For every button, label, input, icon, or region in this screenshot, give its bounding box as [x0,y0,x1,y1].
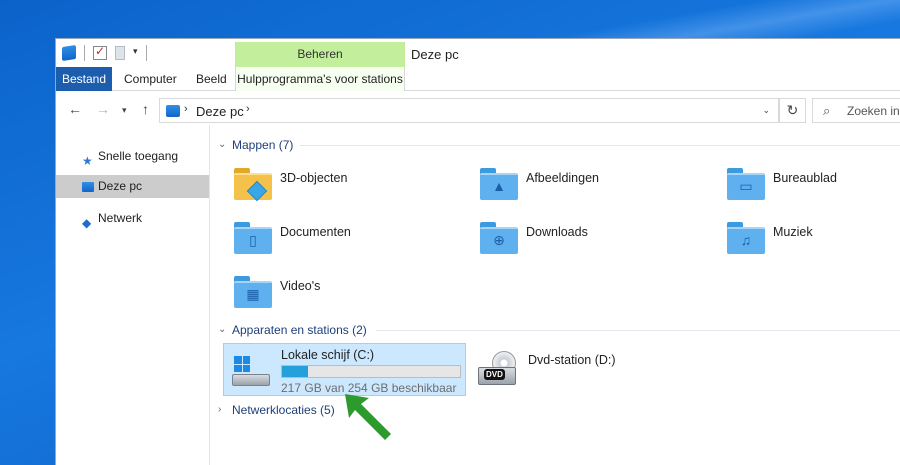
folder-downloads[interactable]: ⊕ Downloads [480,218,680,264]
navigation-pane: ★ Snelle toegang Deze pc ◆ Netwerk [56,135,209,465]
drive-local-disk-c[interactable]: Lokale schijf (C:) 217 GB van 254 GB bes… [223,343,466,396]
folder-videos[interactable]: ▦ Video's [234,272,434,318]
downloads-folder-icon: ⊕ [480,222,518,254]
new-folder-icon[interactable] [115,46,125,60]
3d-objects-folder-icon [234,168,272,202]
computer-icon [82,182,94,192]
ribbon-tabs: Bestand Computer Beeld Hulpprogramma's v… [56,67,900,91]
file-explorer-window: ▾ Beheren Deze pc Bestand Computer Beeld… [55,38,900,465]
music-folder-icon: ♫ [727,222,765,254]
breadcrumb-chevron-icon[interactable]: › [184,103,188,115]
folder-label: Documenten [280,225,351,239]
videos-folder-icon: ▦ [234,276,272,308]
collapse-chevron-icon[interactable]: ⌄ [218,136,226,154]
window-title: Deze pc [411,47,459,62]
system-drive-icon [232,356,272,390]
tab-drive-tools[interactable]: Hulpprogramma's voor stations [235,67,405,91]
context-tab-group-manage[interactable]: Beheren [235,42,405,67]
drive-name: Dvd-station (D:) [528,353,616,367]
address-history-chevron-icon[interactable]: ⌄ [762,105,770,116]
nav-item-quick-access[interactable]: ★ Snelle toegang [56,145,209,168]
forward-arrow-icon[interactable]: → [96,101,110,117]
group-title: Mappen (7) [232,138,294,152]
folder-label: Bureaublad [773,171,837,185]
refresh-button[interactable]: ↻ [779,98,806,123]
tab-file[interactable]: Bestand [56,67,112,91]
documents-folder-icon: ▯ [234,222,272,254]
quick-access-toolbar: ▾ [62,44,147,61]
address-bar[interactable]: › Deze pc › ⌄ [159,98,779,123]
group-divider [376,330,900,331]
annotation-arrow-icon [345,394,391,440]
folder-pictures[interactable]: ▲ Afbeeldingen [480,164,680,210]
dvd-drive-icon: DVD [478,351,518,389]
folder-music[interactable]: ♫ Muziek [727,218,900,264]
customize-toolbar-chevron-icon[interactable]: ▾ [133,46,138,60]
nav-item-label: Netwerk [98,211,143,225]
folder-documents[interactable]: ▯ Documenten [234,218,434,264]
group-title: Apparaten en stations (2) [232,323,367,337]
folder-3d-objects[interactable]: 3D-objecten [234,164,434,210]
network-icon: ◆ [82,216,92,230]
expand-chevron-icon[interactable]: › [218,401,221,419]
back-arrow-icon[interactable]: ← [68,101,82,117]
dvd-badge: DVD [484,369,505,380]
folder-label: Downloads [526,225,588,239]
collapse-chevron-icon[interactable]: ⌄ [218,321,226,339]
tab-computer[interactable]: Computer [114,67,187,91]
tab-view[interactable]: Beeld [186,67,237,91]
search-input[interactable]: ⌕ Zoeken in [812,98,900,123]
drive-dvd-d[interactable]: DVD Dvd-station (D:) [478,347,678,395]
this-pc-icon [166,105,180,117]
up-arrow-icon[interactable]: ↑ [142,101,149,117]
drive-usage-fill [282,366,308,377]
nav-item-network[interactable]: ◆ Netwerk [56,207,209,230]
search-placeholder: Zoeken in [847,104,900,118]
folder-label: Video's [280,279,321,293]
folder-label: Afbeeldingen [526,171,599,185]
nav-item-label: Deze pc [98,179,143,193]
pane-divider [209,125,210,465]
drive-name: Lokale schijf (C:) [281,348,375,362]
title-bar: ▾ Beheren Deze pc [56,39,900,67]
search-icon: ⌕ [823,103,831,118]
computer-icon[interactable] [62,45,76,61]
toolbar-divider [84,45,85,61]
group-divider [300,145,900,146]
folder-label: Muziek [773,225,813,239]
properties-icon[interactable] [93,44,107,60]
nav-item-this-pc[interactable]: Deze pc [56,175,209,198]
nav-item-label: Snelle toegang [98,149,179,163]
group-title: Netwerklocaties (5) [232,403,335,417]
folder-desktop[interactable]: ▭ Bureaublad [727,164,900,210]
refresh-icon: ↻ [786,102,799,118]
breadcrumb[interactable]: Deze pc [196,104,244,119]
star-icon: ★ [82,154,93,168]
toolbar-divider [145,45,147,61]
breadcrumb-chevron-icon[interactable]: › [246,103,250,115]
navigation-bar: ← → ▾ ↑ › Deze pc › ⌄ ↻ ⌕ Zoeken in [56,95,900,125]
pictures-folder-icon: ▲ [480,168,518,200]
desktop-folder-icon: ▭ [727,168,765,200]
recent-locations-chevron-icon[interactable]: ▾ [122,105,127,116]
folder-label: 3D-objecten [280,171,348,185]
drive-usage-bar [281,365,461,378]
